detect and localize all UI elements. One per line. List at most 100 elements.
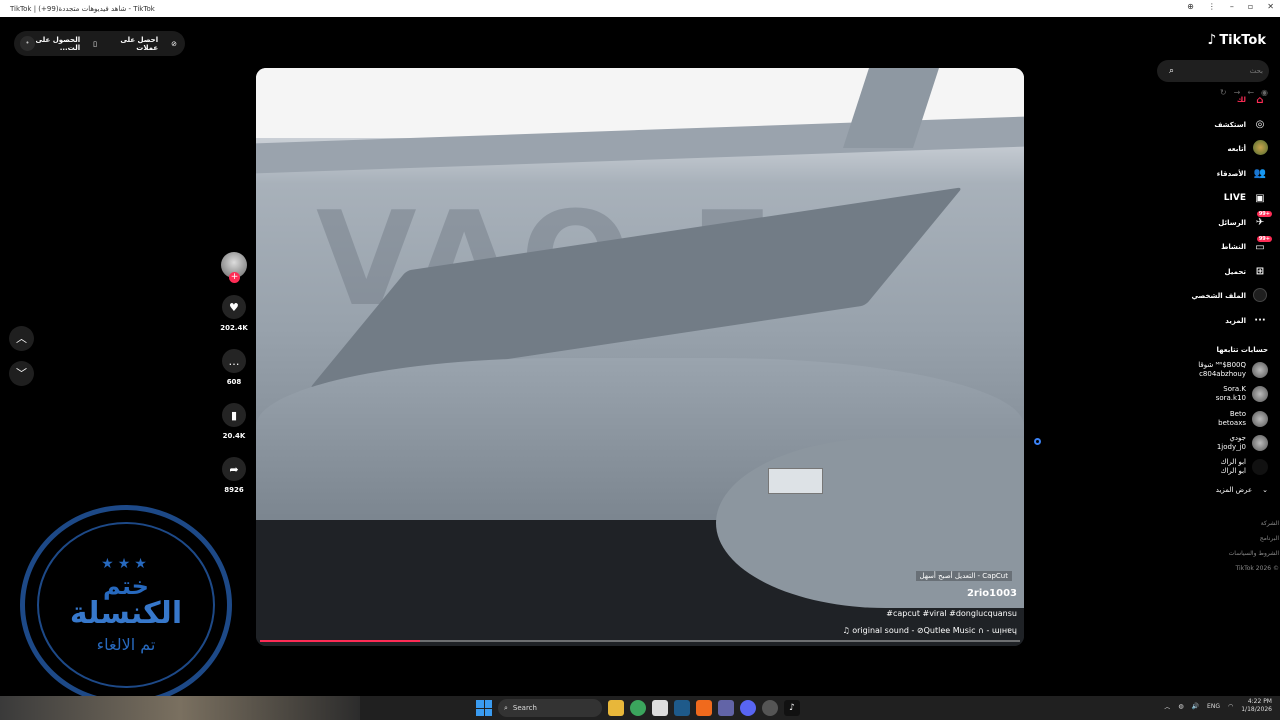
- system-tray: ︿ ◍ 🔊 ENG ◠ 4:22 PM 1/18/2026: [1164, 698, 1272, 714]
- account-name: Sora.K: [1223, 385, 1246, 394]
- settings-dot-icon[interactable]: •: [20, 36, 35, 51]
- sidebar-item-profile[interactable]: الملف الشخصي: [1148, 284, 1268, 309]
- account-handle: sora.k10: [1215, 394, 1246, 403]
- account-handle: 1jody_j0: [1216, 443, 1246, 452]
- network-icon[interactable]: ◍: [1178, 703, 1183, 710]
- author-avatar[interactable]: +: [221, 252, 247, 283]
- comment-count: 608: [226, 378, 242, 386]
- following-account[interactable]: Sora.K sora.k10: [1148, 382, 1268, 406]
- tiktok-app-icon[interactable]: ♪: [784, 700, 800, 716]
- home-icon: ⌂: [1256, 94, 1264, 106]
- get-coins-label: احصل على عملات: [120, 35, 159, 52]
- sidebar-item-live[interactable]: ▣ LIVE: [1148, 186, 1268, 211]
- search-placeholder: بحث: [1249, 67, 1263, 75]
- lang-indicator[interactable]: ENG: [1207, 703, 1220, 710]
- account-name: Beto: [1229, 409, 1246, 418]
- avatar: [1252, 410, 1268, 427]
- sidebar-item-for-you[interactable]: ⌂ لك: [1148, 88, 1268, 113]
- stamp-overlay: ★★★ ختم الكنسلة تم الالغاء: [20, 505, 232, 705]
- teams-icon[interactable]: [718, 700, 734, 716]
- footer-link[interactable]: الشروط والسياسات: [1200, 550, 1280, 557]
- menu-icon[interactable]: ⋮: [1208, 2, 1216, 11]
- video-hashtags[interactable]: #capcut #viral #donglucquansu: [886, 609, 1017, 618]
- file-explorer-icon[interactable]: [608, 700, 624, 716]
- extensions-icon[interactable]: ⊕: [1187, 2, 1194, 11]
- account-handle: betoaxs: [1218, 418, 1246, 427]
- like-count: 202.4K: [220, 324, 248, 332]
- video-sound[interactable]: ♫ original sound - ⊘Qutlee Music ∩ - ɯᴉʜ…: [843, 626, 1017, 635]
- avatar: [1252, 435, 1268, 452]
- speaker-icon[interactable]: 🔊: [1192, 703, 1199, 710]
- footer-link[interactable]: الشركة: [1200, 520, 1280, 527]
- get-coins-button[interactable]: ⊘ احصل على عملات: [107, 36, 177, 52]
- bookmark-icon[interactable]: ▮: [222, 403, 246, 427]
- search-icon[interactable]: ⌕: [1169, 66, 1174, 76]
- previous-video-button[interactable]: ︿: [9, 326, 34, 351]
- maximize-button[interactable]: ▫: [1248, 2, 1253, 11]
- sidebar-item-friends[interactable]: 👥 الأصدقاء: [1148, 162, 1268, 187]
- messages-badge: +99: [1256, 211, 1272, 218]
- obs-icon[interactable]: [762, 700, 778, 716]
- video-progress-fill: [260, 640, 420, 642]
- account-handle: c804abzhouy: [1199, 370, 1246, 379]
- clock[interactable]: 4:22 PM 1/18/2026: [1241, 698, 1272, 714]
- following-account[interactable]: ابو الراك ابو الراك: [1148, 455, 1268, 479]
- capcut-label[interactable]: CapCut - التعديل أصبح أسهل: [915, 571, 1012, 581]
- coin-icon: ⊘: [171, 39, 177, 48]
- sidebar-item-upload[interactable]: ⊞ تحميل: [1148, 260, 1268, 285]
- avatar: [1252, 362, 1268, 379]
- sidebar-item-more[interactable]: ··· المزيد: [1148, 309, 1268, 334]
- sidebar-item-label: المزيد: [1225, 316, 1246, 325]
- sidebar-item-label: الرسائل: [1218, 218, 1246, 227]
- like-action[interactable]: ♥ 202.4K: [220, 295, 248, 332]
- sidebar-item-following[interactable]: أتابعه: [1148, 137, 1268, 162]
- wifi-icon[interactable]: ◠: [1228, 703, 1233, 710]
- share-action[interactable]: ➦ 8926: [222, 457, 246, 494]
- save-action[interactable]: ▮ 20.4K: [222, 403, 246, 440]
- comment-icon[interactable]: …: [222, 349, 246, 373]
- chevron-down-icon: ﹀: [16, 367, 27, 380]
- taskbar-search[interactable]: ⌕ Search: [498, 699, 602, 717]
- upload-icon: ⊞: [1255, 266, 1265, 278]
- following-account[interactable]: Beto betoaxs: [1148, 407, 1268, 431]
- following-account[interactable]: جودي 1jody_j0: [1148, 431, 1268, 455]
- discord-icon[interactable]: [740, 700, 756, 716]
- windows-start-icon[interactable]: [476, 700, 492, 716]
- avatar: [1252, 386, 1268, 403]
- see-more-label: عرض المزيد: [1215, 486, 1253, 494]
- taskbar-search-label: Search: [512, 704, 537, 712]
- sidebar-nav: ⌂ لك ◎ استكشف أتابعه 👥 الأصدقاء ▣ LIVE ✈ +99 ا…: [1148, 88, 1272, 334]
- video-author[interactable]: 2rio1003: [967, 588, 1017, 599]
- footer-link[interactable]: البرنامج: [1200, 535, 1280, 542]
- minimize-button[interactable]: –: [1230, 2, 1234, 11]
- share-icon[interactable]: ➦: [222, 457, 246, 481]
- sidebar-item-explore[interactable]: ◎ استكشف: [1148, 113, 1268, 138]
- comment-action[interactable]: … 608: [222, 349, 246, 386]
- live-icon: ▣: [1255, 192, 1265, 204]
- profile-icon: [1252, 287, 1268, 305]
- tiktok-logo[interactable]: ♪ TikTok: [1207, 32, 1266, 48]
- follow-plus-icon[interactable]: +: [229, 272, 240, 283]
- vlc-icon[interactable]: [696, 700, 712, 716]
- close-button[interactable]: ✕: [1267, 2, 1274, 11]
- notepad-icon[interactable]: [652, 700, 668, 716]
- chrome-icon[interactable]: [630, 700, 646, 716]
- next-video-button[interactable]: ﹀: [9, 361, 34, 386]
- chevron-up-icon: ︿: [16, 332, 27, 345]
- tray-chevron-icon[interactable]: ︿: [1164, 702, 1170, 711]
- account-handle: ابو الراك: [1220, 467, 1246, 476]
- account-name: جودي: [1229, 434, 1246, 443]
- promo-bar: ⊘ احصل على عملات ▯ الحصول على الت... •: [14, 31, 185, 56]
- video-progress[interactable]: [260, 640, 1020, 642]
- following-account[interactable]: ᴹᴿ$B00Q شوقا c804abzhouy: [1148, 358, 1268, 382]
- heart-icon[interactable]: ♥: [221, 295, 246, 319]
- sidebar-item-messages[interactable]: ✈ +99 الرسائل: [1148, 211, 1272, 236]
- see-more-link[interactable]: ⌄ عرض المزيد: [1216, 486, 1268, 494]
- save-count: 20.4K: [222, 432, 246, 440]
- sidebar-item-activity[interactable]: ▭ +99 النشاط: [1148, 235, 1272, 260]
- video-player[interactable]: VAO 56 CapCut - التعديل أصبح أسهل 2rio10…: [256, 68, 1024, 646]
- compass-icon: ◎: [1255, 119, 1265, 131]
- search-input[interactable]: بحث ⌕: [1157, 60, 1269, 82]
- avatar: [1252, 459, 1268, 476]
- steam-icon[interactable]: [674, 700, 690, 716]
